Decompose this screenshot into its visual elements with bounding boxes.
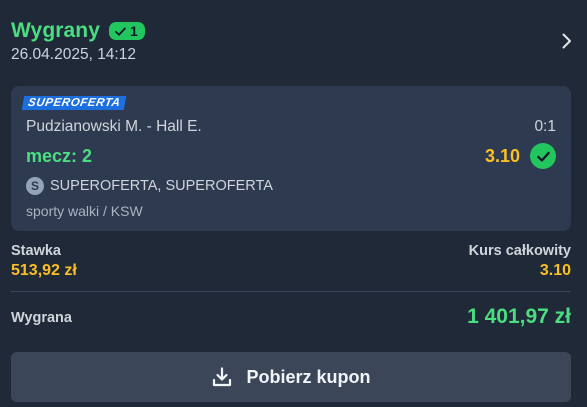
win-label: Wygrana [11, 310, 72, 326]
sport-category: sporty walki / KSW [26, 203, 143, 219]
promo-tag: SUPEROFERTA [21, 96, 127, 110]
chevron-right-icon[interactable] [561, 32, 573, 50]
bet-card: SUPEROFERTA Pudzianowski M. - Hall E. 0:… [11, 86, 571, 231]
win-count: 1 [130, 23, 138, 39]
coupon-header[interactable]: Wygrany 1 26.04.2025, 14:12 [11, 18, 577, 68]
match-name[interactable]: Pudzianowski M. - Hall E. [26, 118, 202, 136]
coupon-status: Wygrany [11, 19, 101, 42]
market-row: S SUPEROFERTA, SUPEROFERTA [26, 177, 273, 195]
check-icon [115, 27, 126, 36]
total-odds-label: Kurs całkowity [468, 243, 571, 259]
match-score: 0:1 [534, 118, 556, 135]
download-label: Pobierz kupon [246, 366, 371, 387]
download-icon [213, 367, 232, 387]
coupon-date: 26.04.2025, 14:12 [11, 46, 136, 63]
superoferta-s-icon: S [26, 177, 44, 195]
market-name: SUPEROFERTA, SUPEROFERTA [50, 178, 273, 194]
download-coupon-button[interactable]: Pobierz kupon [11, 352, 571, 402]
check-circle-icon [530, 143, 556, 169]
bet-odd: 3.10 [484, 146, 520, 166]
total-odds-value: 3.10 [539, 262, 571, 279]
divider [11, 291, 571, 292]
win-count-badge: 1 [109, 22, 145, 40]
bet-selection: mecz: 2 [26, 146, 93, 166]
win-value: 1 401,97 zł [467, 305, 571, 328]
status-row: Wygrany 1 [11, 18, 577, 44]
stake-label: Stawka [11, 243, 61, 259]
stake-value: 513,92 zł [11, 262, 77, 279]
